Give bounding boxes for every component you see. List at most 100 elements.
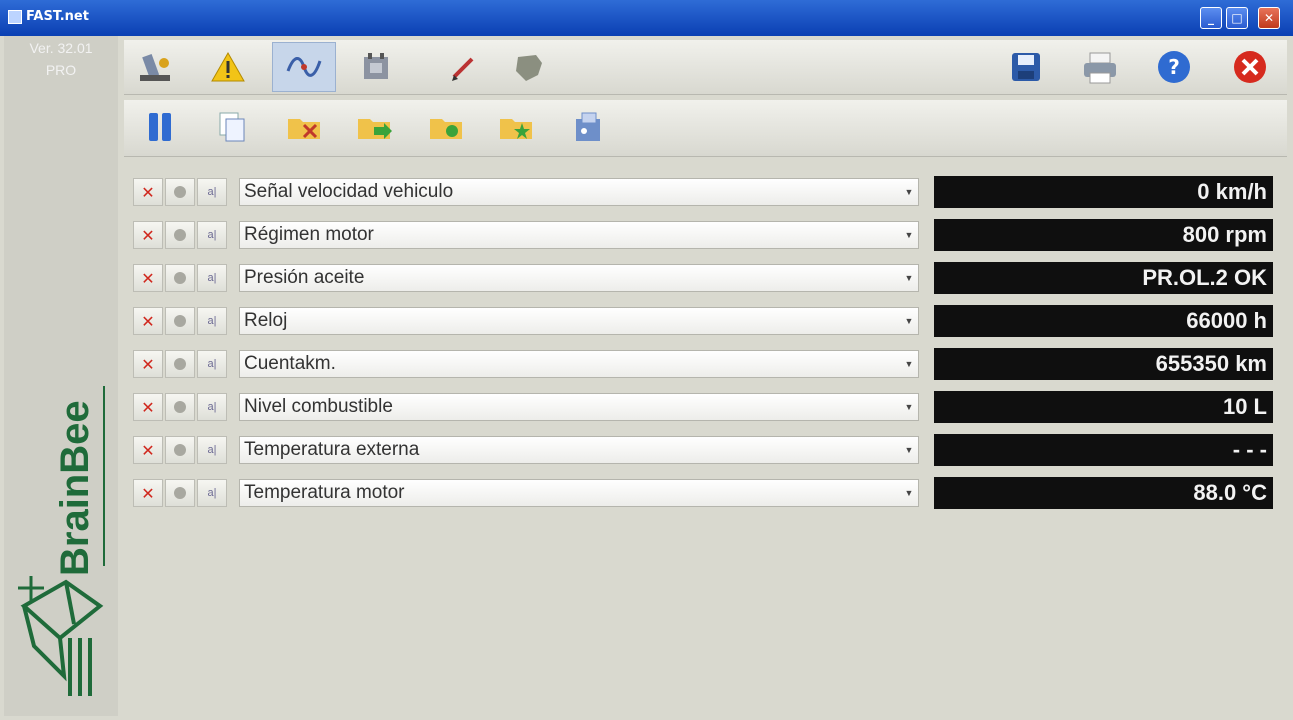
minimize-button[interactable]: _ bbox=[1200, 7, 1222, 29]
remove-parameter-button[interactable]: ✕ bbox=[133, 393, 163, 421]
parameter-select[interactable]: Temperatura motor ▼ bbox=[239, 479, 919, 507]
parameter-select[interactable]: Nivel combustible ▼ bbox=[239, 393, 919, 421]
parameter-select[interactable]: Temperatura externa ▼ bbox=[239, 436, 919, 464]
parameter-label: Cuentakm. bbox=[244, 353, 336, 374]
dot-icon bbox=[174, 401, 186, 413]
remove-parameter-button[interactable]: ✕ bbox=[133, 479, 163, 507]
dot-icon bbox=[174, 315, 186, 327]
scale-button[interactable]: a| bbox=[197, 436, 227, 464]
folder-delete-button[interactable] bbox=[272, 102, 336, 152]
pause-button[interactable] bbox=[128, 102, 192, 152]
scale-button[interactable]: a| bbox=[197, 479, 227, 507]
warning-button[interactable] bbox=[196, 42, 260, 92]
remove-parameter-button[interactable]: ✕ bbox=[133, 221, 163, 249]
close-icon bbox=[1234, 51, 1266, 83]
parameter-value: 66000 h bbox=[934, 305, 1273, 337]
window-close-button[interactable]: ✕ bbox=[1258, 7, 1280, 29]
scale-button[interactable]: a| bbox=[197, 307, 227, 335]
remove-parameter-button[interactable]: ✕ bbox=[133, 350, 163, 378]
folder-delete-icon bbox=[288, 119, 320, 139]
record-toggle-button[interactable] bbox=[165, 307, 195, 335]
remove-parameter-button[interactable]: ✕ bbox=[133, 264, 163, 292]
help-icon: ? bbox=[1158, 51, 1190, 83]
settings-box-icon bbox=[576, 112, 600, 141]
dot-icon bbox=[174, 186, 186, 198]
engine-button[interactable] bbox=[344, 42, 408, 92]
pen-button[interactable] bbox=[430, 42, 494, 92]
parameter-value: 10 L bbox=[934, 391, 1273, 423]
parameter-select[interactable]: Reloj ▼ bbox=[239, 307, 919, 335]
dropdown-arrow-icon: ▼ bbox=[904, 316, 914, 326]
dropdown-arrow-icon: ▼ bbox=[904, 230, 914, 240]
folder-open-button[interactable] bbox=[414, 102, 478, 152]
svg-text:?: ? bbox=[1168, 55, 1180, 79]
copy-button[interactable] bbox=[200, 102, 264, 152]
scale-button[interactable]: a| bbox=[197, 178, 227, 206]
print-icon bbox=[1084, 52, 1116, 84]
parameter-select[interactable]: Presión aceite ▼ bbox=[239, 264, 919, 292]
pause-icon bbox=[149, 113, 171, 141]
brainbee-logo: BrainBee bbox=[18, 386, 105, 696]
remove-parameter-button[interactable]: ✕ bbox=[133, 307, 163, 335]
folder-open-icon bbox=[430, 119, 462, 139]
dropdown-arrow-icon: ▼ bbox=[904, 359, 914, 369]
parameter-label: Señal velocidad vehiculo bbox=[244, 181, 454, 202]
print-button[interactable] bbox=[1068, 42, 1132, 92]
map-button[interactable] bbox=[496, 42, 560, 92]
parameter-value: 800 rpm bbox=[934, 219, 1273, 251]
folder-star-button[interactable] bbox=[484, 102, 548, 152]
copy-icon bbox=[219, 112, 245, 142]
maximize-button[interactable]: □ bbox=[1226, 7, 1248, 29]
parameter-select[interactable]: Señal velocidad vehiculo ▼ bbox=[239, 178, 919, 206]
scale-button[interactable]: a| bbox=[197, 221, 227, 249]
car-lift-icon bbox=[140, 54, 170, 81]
dropdown-arrow-icon: ▼ bbox=[904, 488, 914, 498]
dropdown-arrow-icon: ▼ bbox=[904, 187, 914, 197]
parameter-label: Presión aceite bbox=[244, 267, 365, 288]
dropdown-arrow-icon: ▼ bbox=[904, 445, 914, 455]
record-toggle-button[interactable] bbox=[165, 479, 195, 507]
record-toggle-button[interactable] bbox=[165, 393, 195, 421]
folder-forward-icon bbox=[358, 119, 392, 139]
edition-label: PRO bbox=[45, 62, 77, 78]
record-toggle-button[interactable] bbox=[165, 436, 195, 464]
help-button[interactable]: ? bbox=[1142, 42, 1206, 92]
record-toggle-button[interactable] bbox=[165, 264, 195, 292]
record-toggle-button[interactable] bbox=[165, 178, 195, 206]
folder-forward-button[interactable] bbox=[342, 102, 406, 152]
scale-button[interactable]: a| bbox=[197, 393, 227, 421]
window-title: FAST.net bbox=[26, 9, 89, 24]
parameter-value: - - - bbox=[934, 434, 1273, 466]
settings-box-button[interactable] bbox=[556, 102, 620, 152]
engine-icon bbox=[364, 53, 388, 79]
parameter-label: Régimen motor bbox=[244, 224, 374, 245]
save-button[interactable] bbox=[994, 42, 1058, 92]
exit-button[interactable] bbox=[1218, 42, 1282, 92]
remove-parameter-button[interactable]: ✕ bbox=[133, 178, 163, 206]
dropdown-arrow-icon: ▼ bbox=[904, 402, 914, 412]
scale-button[interactable]: a| bbox=[197, 264, 227, 292]
folder-star-icon bbox=[500, 119, 532, 139]
car-lift-button[interactable] bbox=[124, 42, 188, 92]
parameter-select[interactable]: Régimen motor ▼ bbox=[239, 221, 919, 249]
main-toolbar: ? bbox=[124, 40, 1287, 95]
secondary-toolbar bbox=[124, 100, 1287, 157]
parameter-value: 0 km/h bbox=[934, 176, 1273, 208]
parameter-label: Reloj bbox=[244, 310, 288, 331]
parameter-label: Temperatura externa bbox=[244, 439, 420, 460]
left-panel: Ver. 32.01 PRO BrainBee bbox=[4, 36, 118, 716]
signal-wave-button[interactable] bbox=[272, 42, 336, 92]
dropdown-arrow-icon: ▼ bbox=[904, 273, 914, 283]
signal-wave-icon bbox=[286, 57, 322, 77]
map-icon bbox=[516, 55, 542, 81]
record-toggle-button[interactable] bbox=[165, 350, 195, 378]
remove-parameter-button[interactable]: ✕ bbox=[133, 436, 163, 464]
parameter-select[interactable]: Cuentakm. ▼ bbox=[239, 350, 919, 378]
parameter-value: 88.0 °C bbox=[934, 477, 1273, 509]
logo-text: BrainBee bbox=[53, 400, 97, 576]
version-label: Ver. 32.01 bbox=[29, 40, 93, 56]
scale-button[interactable]: a| bbox=[197, 350, 227, 378]
record-toggle-button[interactable] bbox=[165, 221, 195, 249]
dot-icon bbox=[174, 229, 186, 241]
save-icon bbox=[1012, 53, 1040, 81]
